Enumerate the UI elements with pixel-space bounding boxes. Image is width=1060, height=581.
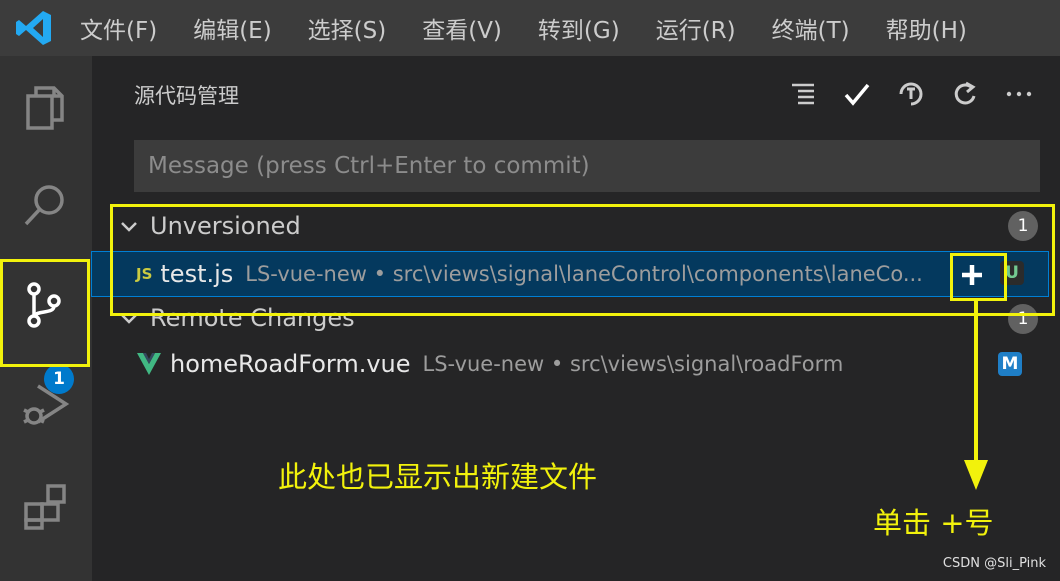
annotation-click-plus: 单击 +号 (873, 506, 994, 540)
plus-button-highlight (950, 253, 1007, 301)
update-icon[interactable] (894, 76, 928, 112)
menu-edit[interactable]: 编辑(E) (193, 11, 271, 45)
explorer-icon[interactable] (14, 76, 76, 138)
menu-selection[interactable]: 选择(S) (308, 11, 387, 45)
menu-help[interactable]: 帮助(H) (886, 11, 967, 45)
menu-go[interactable]: 转到(G) (538, 11, 620, 45)
run-debug-icon[interactable] (14, 374, 76, 436)
scm-icon-highlight (0, 259, 90, 367)
menu-run[interactable]: 运行(R) (656, 11, 736, 45)
vscode-logo-icon (10, 0, 58, 56)
file-name: homeRoadForm.vue (170, 350, 411, 378)
file-row-home-road-form[interactable]: homeRoadForm.vue LS-vue-new • src\views\… (92, 342, 1052, 386)
panel-title: 源代码管理 (134, 84, 239, 108)
refresh-icon[interactable] (948, 76, 982, 112)
watermark: CSDN @Sli_Pink (942, 556, 1046, 571)
vue-file-icon (137, 353, 161, 375)
menu-bar: 文件(F) 编辑(E) 选择(S) 查看(V) 转到(G) 运行(R) 终端(T… (0, 0, 1060, 56)
arrow-down-icon (964, 300, 988, 490)
commit-check-icon[interactable] (840, 76, 874, 112)
menu-file[interactable]: 文件(F) (80, 11, 157, 45)
annotation-new-file-shown: 此处也已显示出新建文件 (278, 460, 598, 494)
menu-terminal[interactable]: 终端(T) (772, 11, 850, 45)
search-icon[interactable] (14, 174, 76, 236)
extensions-icon[interactable] (14, 476, 76, 538)
unversioned-group-highlight (110, 204, 1055, 316)
more-actions-icon[interactable] (1002, 76, 1036, 112)
file-path: LS-vue-new • src\views\signal\roadForm (422, 352, 844, 376)
commit-message-input[interactable] (134, 140, 1040, 192)
view-as-tree-icon[interactable] (786, 76, 820, 112)
menu-view[interactable]: 查看(V) (422, 11, 502, 45)
